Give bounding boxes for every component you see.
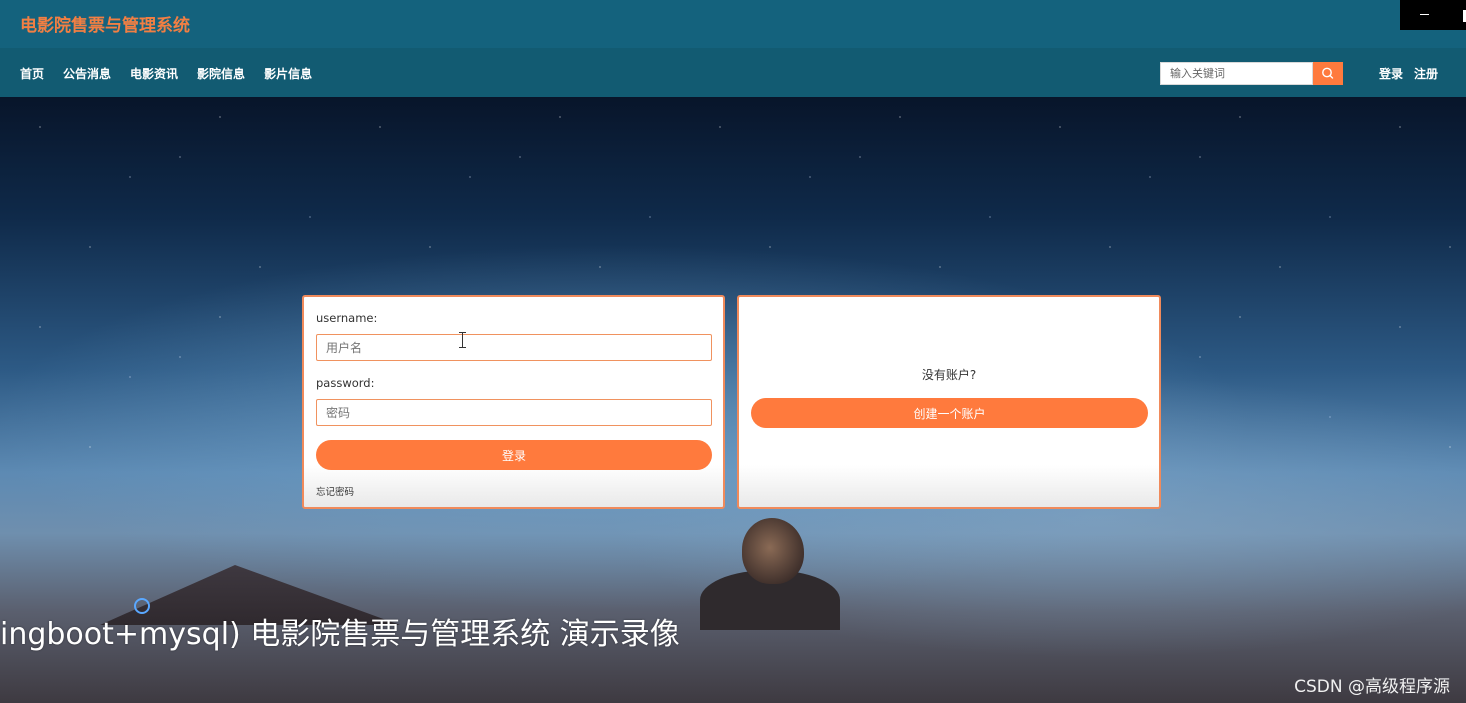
username-input[interactable]	[316, 334, 712, 361]
search-button[interactable]	[1313, 62, 1343, 85]
password-label: password:	[316, 376, 375, 390]
login-link[interactable]: 登录	[1379, 65, 1403, 82]
register-card: 没有账户? 创建一个账户	[737, 295, 1161, 509]
page: 电影院售票与管理系统 首页 公告消息 电影资讯 影院信息 影片信息 登录 注册 …	[0, 0, 1466, 703]
nav-item-film-info[interactable]: 影片信息	[264, 65, 312, 82]
video-caption: ingboot+mysql) 电影院售票与管理系统 演示录像	[0, 617, 680, 652]
starfield	[0, 97, 1466, 461]
window-controls	[1400, 0, 1466, 30]
forgot-password-link[interactable]: 忘记密码	[316, 484, 354, 498]
text-cursor-icon	[459, 332, 466, 348]
nav-item-cinema-info[interactable]: 影院信息	[197, 65, 245, 82]
login-card: username: password: 登录 忘记密码	[302, 295, 725, 509]
nav-item-announcements[interactable]: 公告消息	[63, 65, 111, 82]
create-account-button[interactable]: 创建一个账户	[751, 398, 1148, 428]
register-link[interactable]: 注册	[1414, 65, 1438, 82]
minimize-icon[interactable]	[1420, 14, 1429, 15]
watermark: CSDN @高级程序源	[1294, 677, 1450, 697]
auth-links: 登录 注册	[1379, 65, 1449, 82]
nav-bar: 首页 公告消息 电影资讯 影院信息 影片信息 登录 注册	[0, 48, 1466, 97]
login-button[interactable]: 登录	[316, 440, 712, 470]
nav-links: 首页 公告消息 电影资讯 影院信息 影片信息	[20, 65, 331, 82]
password-input[interactable]	[316, 399, 712, 426]
person-head	[742, 518, 804, 584]
nav-item-home[interactable]: 首页	[20, 65, 44, 82]
search-icon	[1322, 67, 1334, 79]
site-title: 电影院售票与管理系统	[20, 16, 190, 36]
site-header: 电影院售票与管理系统	[0, 0, 1466, 48]
search-input[interactable]	[1160, 62, 1313, 85]
username-label: username:	[316, 311, 378, 325]
nav-item-movie-news[interactable]: 电影资讯	[130, 65, 178, 82]
no-account-prompt: 没有账户?	[921, 368, 977, 382]
